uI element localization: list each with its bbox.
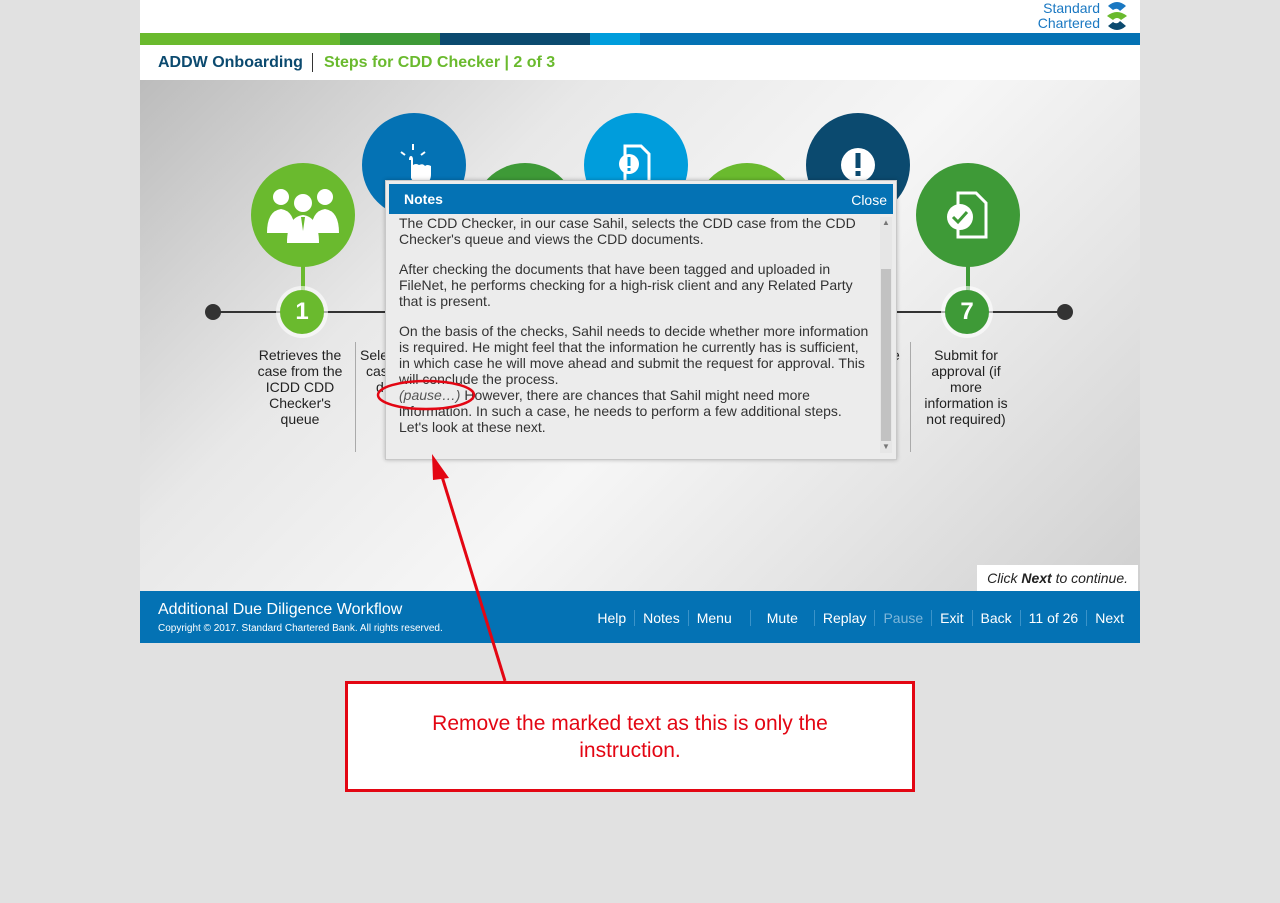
step-1-stem	[301, 265, 305, 291]
course-title: ADDW Onboarding	[158, 54, 303, 71]
footer-title: Additional Due Diligence Workflow	[158, 601, 403, 618]
step-7-text-line: Submit for	[934, 347, 998, 363]
notes-paragraph: After checking the documents that have b…	[399, 261, 853, 309]
notes-title: Notes	[404, 191, 443, 207]
step-7-text-line: approval (if	[931, 363, 1001, 379]
step-7-number: 7	[945, 290, 989, 334]
annotation-callout: Remove the marked text as this is only t…	[345, 681, 915, 792]
stripe-blue	[640, 33, 1140, 45]
notes-panel: Notes Close The CDD Checker, in our case…	[385, 180, 897, 460]
footer-copyright: Copyright © 2017. Standard Chartered Ban…	[158, 623, 443, 634]
step-7-stem	[966, 265, 970, 291]
timeline-end-dot	[1057, 304, 1073, 320]
stripe-light-blue	[590, 33, 640, 45]
timeline-start-dot	[205, 304, 221, 320]
scroll-down-icon[interactable]: ▼	[881, 442, 891, 452]
stripe-green	[140, 33, 340, 45]
step-1-text-line: Checker's	[269, 395, 331, 411]
notes-paragraph: On the basis of the checks, Sahil needs …	[399, 323, 869, 387]
back-button[interactable]: Back	[971, 610, 1020, 626]
notes-close-button[interactable]: Close	[851, 192, 887, 208]
step-1-number: 1	[280, 290, 324, 334]
stripe-navy	[440, 33, 590, 45]
notes-paragraph-text: However, there are chances that Sahil mi…	[399, 387, 842, 435]
course-frame: Standard Chartered ADDW Onboarding Steps…	[140, 0, 1140, 643]
replay-button[interactable]: Replay	[813, 610, 875, 626]
notes-button[interactable]: Notes	[634, 610, 688, 626]
footer-nav: Help Notes Menu Mute Replay Pause Exit B…	[589, 610, 1140, 626]
step-divider	[355, 342, 356, 452]
mute-button[interactable]: Mute	[749, 610, 814, 626]
footer-bar: Additional Due Diligence Workflow Copyri…	[140, 591, 1140, 643]
notes-paragraph: (pause…) However, there are chances that…	[399, 387, 869, 435]
pause-marker: (pause…)	[399, 387, 461, 403]
scroll-thumb[interactable]	[881, 269, 891, 441]
step-title: Steps for CDD Checker | 2 of 3	[324, 54, 556, 71]
logo-text: Standard Chartered	[1038, 1, 1100, 31]
step-7-text-line: more	[950, 379, 982, 395]
header-stripe	[140, 33, 1140, 45]
content-stage: 1 Retrieves the case from the ICDD CDD C…	[140, 80, 1140, 591]
stripe-dark-green	[340, 33, 440, 45]
click-next-bold: Next	[1021, 570, 1052, 586]
standard-chartered-logo: Standard Chartered	[1038, 0, 1130, 32]
next-button[interactable]: Next	[1086, 610, 1140, 626]
step-7-text-line: information is	[924, 395, 1008, 411]
logo-line1: Standard	[1043, 0, 1100, 16]
step-1-text-line: Retrieves the	[258, 347, 342, 363]
step-1-text-line: case from the	[257, 363, 343, 379]
step-7-text: Submit for approval (if more information…	[911, 347, 1021, 427]
step-1-text-line: ICDD CDD	[265, 379, 335, 395]
notes-scrollbar[interactable]: ▲ ▼	[880, 217, 892, 453]
click-next-prefix: Click	[987, 570, 1022, 586]
exit-button[interactable]: Exit	[931, 610, 971, 626]
team-icon	[267, 189, 339, 243]
click-next-suffix: to continue.	[1051, 570, 1128, 586]
page-counter: 11 of 26	[1019, 610, 1087, 626]
menu-button[interactable]: Menu	[687, 610, 750, 626]
step-7-text-line: not required)	[926, 411, 1006, 427]
step-1-text: Retrieves the case from the ICDD CDD Che…	[245, 347, 355, 427]
scroll-up-icon[interactable]: ▲	[881, 218, 891, 228]
sc-logo-icon	[1107, 2, 1127, 30]
pause-button[interactable]: Pause	[874, 610, 931, 626]
click-next-hint: Click Next to continue.	[977, 565, 1138, 591]
notes-paragraph: The CDD Checker, in our case Sahil, sele…	[399, 215, 856, 247]
step-1-text-line: queue	[280, 411, 320, 427]
title-separator	[312, 53, 313, 72]
notes-header: Notes Close	[389, 184, 893, 214]
notes-body: The CDD Checker, in our case Sahil, sele…	[399, 215, 869, 449]
step-7-icon-circle	[916, 163, 1020, 267]
help-button[interactable]: Help	[589, 610, 634, 626]
title-bar: ADDW Onboarding Steps for CDD Checker | …	[140, 45, 1140, 80]
document-check-icon	[947, 191, 988, 239]
annotation-callout-text: Remove the marked text as this is only t…	[432, 711, 828, 762]
step-1-icon-circle	[251, 163, 355, 267]
logo-line2: Chartered	[1037, 15, 1100, 31]
